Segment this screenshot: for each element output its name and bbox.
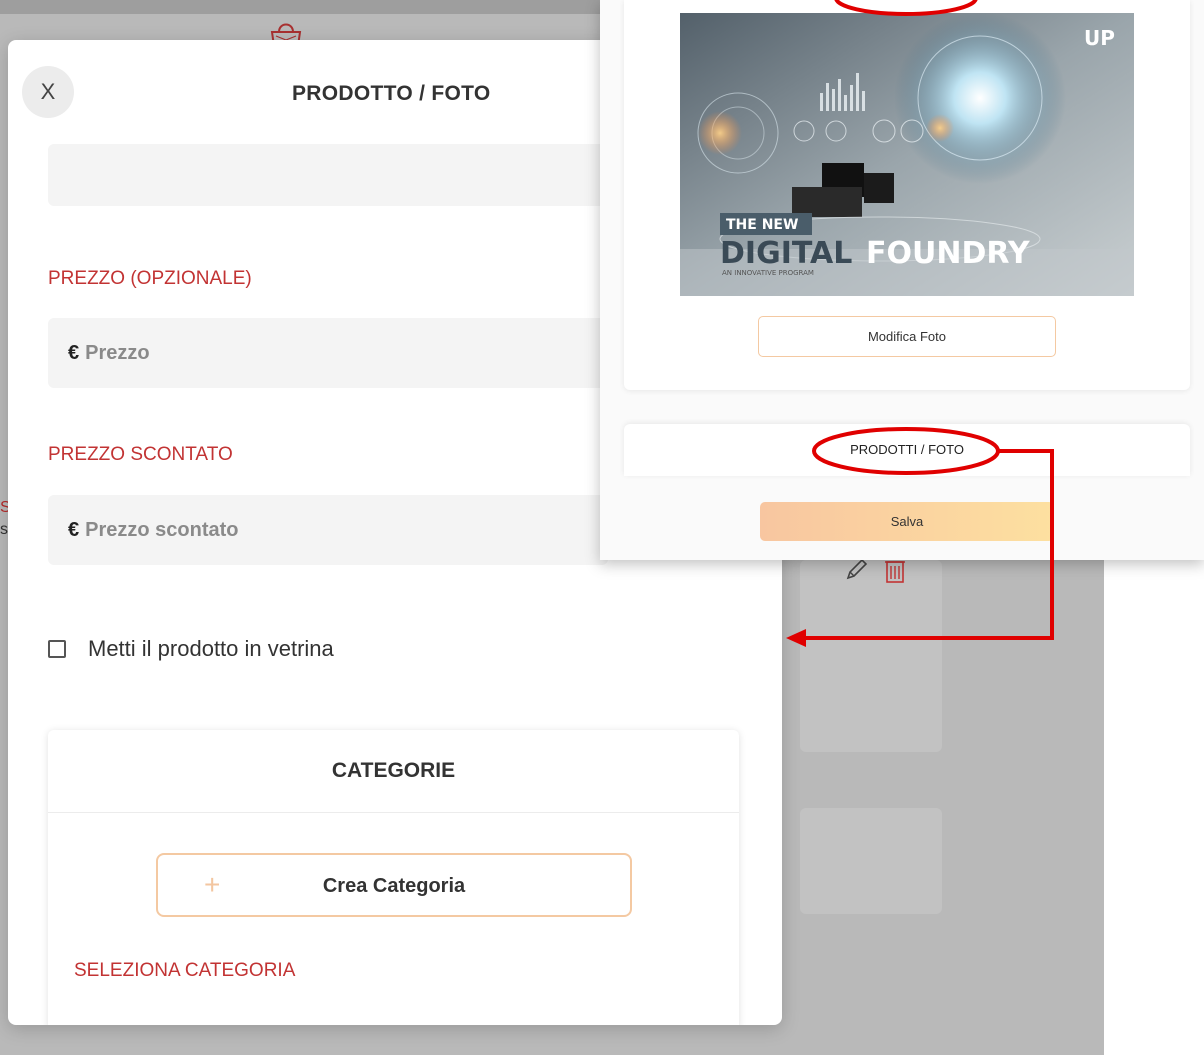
edit-photo-button[interactable]: Modifica Foto <box>758 316 1056 357</box>
products-photo-title: PRODOTTI / FOTO <box>850 442 964 457</box>
showcase-checkbox[interactable] <box>48 640 66 658</box>
categories-card: CATEGORIE + Crea Categoria SELEZIONA CAT… <box>48 730 739 1025</box>
photo-logo: UP <box>1084 26 1115 50</box>
create-category-label: Crea Categoria <box>322 875 466 897</box>
discount-price-placeholder: Prezzo scontato <box>85 518 239 541</box>
create-category-button[interactable]: + Crea Categoria <box>156 853 632 917</box>
discount-price-label: PREZZO SCONTATO <box>48 444 233 465</box>
euro-symbol: € <box>68 518 80 541</box>
showcase-option[interactable]: Metti il prodotto in vetrina <box>48 636 334 662</box>
categories-header: CATEGORIE <box>48 730 739 813</box>
product-photo: THE NEW DIGITAL FOUNDRY AN INNOVATIVE PR… <box>680 13 1134 296</box>
photo-headline-foundry: FOUNDRY <box>866 236 1031 271</box>
showcase-label: Metti il prodotto in vetrina <box>88 636 334 661</box>
description-field[interactable] <box>48 144 608 206</box>
background-product-card <box>800 560 942 752</box>
euro-symbol: € <box>68 341 80 364</box>
price-placeholder: Prezzo <box>85 341 150 364</box>
price-label: PREZZO (OPZIONALE) <box>48 268 252 289</box>
price-input[interactable]: € Prezzo <box>48 318 608 388</box>
background-cut-text: s <box>0 521 8 538</box>
products-photo-section: PRODOTTI / FOTO <box>624 424 1190 476</box>
close-button[interactable]: X <box>22 66 74 118</box>
photo-headline-digital: DIGITAL <box>720 236 852 271</box>
photo-card: THE NEW DIGITAL FOUNDRY AN INNOVATIVE PR… <box>624 0 1190 390</box>
save-button[interactable]: Salva <box>760 502 1054 541</box>
select-category-label: SELEZIONA CATEGORIA <box>74 960 296 981</box>
photo-tagline: AN INNOVATIVE PROGRAM <box>722 269 814 277</box>
close-icon: X <box>40 79 56 104</box>
trash-icon[interactable] <box>884 558 906 584</box>
modal-title: PRODOTTO / FOTO <box>292 82 491 105</box>
discount-price-input[interactable]: € Prezzo scontato <box>48 495 608 565</box>
photo-headline-line1: THE NEW <box>726 217 798 233</box>
background-product-card <box>800 808 942 914</box>
preview-panel: THE NEW DIGITAL FOUNDRY AN INNOVATIVE PR… <box>600 0 1204 560</box>
